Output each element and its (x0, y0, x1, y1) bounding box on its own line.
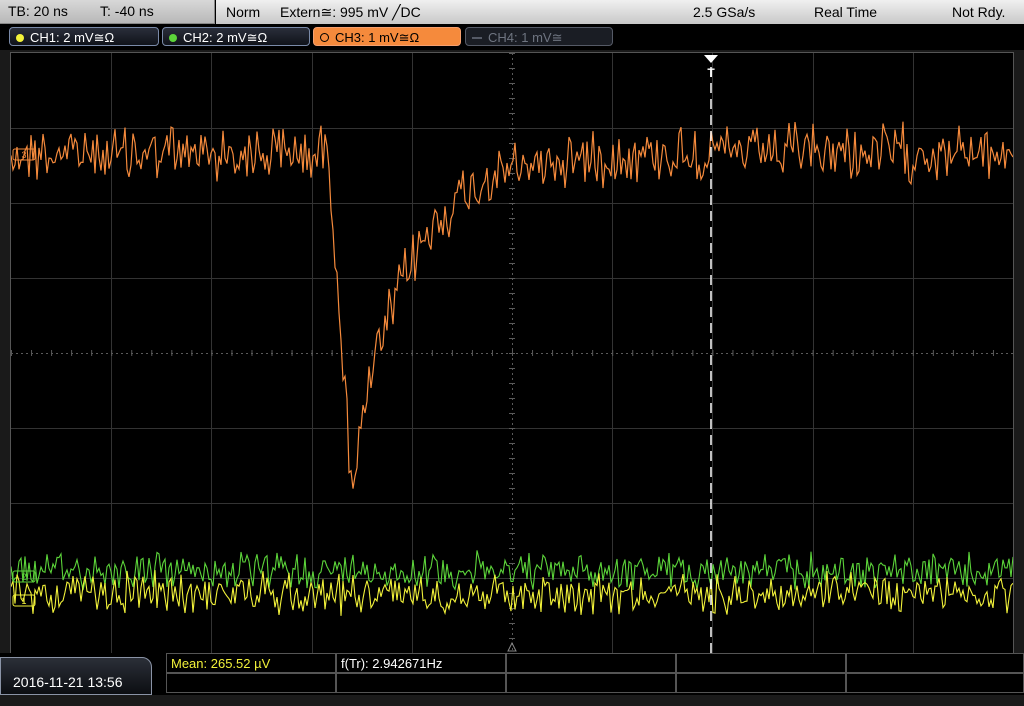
waveform-display[interactable]: T 3 2 1 (10, 52, 1014, 654)
measurement-slot-6 (166, 673, 336, 693)
top-status-bar: TB: 20 ns T: -40 ns Norm Extern≅: 995 mV… (0, 0, 1024, 25)
measurement-slot-3 (506, 653, 676, 673)
acquisition-state: Not Rdy. (952, 4, 1006, 20)
timebase-label: TB: 20 ns (8, 3, 68, 19)
timebase-box[interactable]: TB: 20 ns T: -40 ns (0, 0, 215, 24)
measurement-slot-7 (336, 673, 506, 693)
measurement-slot-9 (676, 673, 846, 693)
bottom-bar: 2016-11-21 13:56 Mean: 265.52 µV f(Tr): … (0, 653, 1024, 695)
trigger-mode: Norm (226, 4, 261, 20)
measurement-slot-10 (846, 673, 1024, 693)
measurement-slot-5 (846, 653, 1024, 673)
trigger-position-arrow-icon[interactable] (704, 55, 718, 63)
graticule (11, 53, 1013, 653)
mean-measurement: Mean: 265.52 µV (166, 653, 336, 673)
sample-rate: 2.5 GSa/s (693, 4, 756, 20)
channel-3-ref-label: 3 (21, 150, 26, 160)
channel-2-ref-label: 2 (21, 572, 26, 582)
channel-bar: CH1: 2 mV≅Ω CH2: 2 mV≅Ω CH3: 1 mV≅Ω CH4:… (0, 24, 1024, 50)
acquisition-mode: Real Time (814, 4, 878, 20)
trigger-offset-label: T: -40 ns (100, 3, 154, 19)
channel-3-indicator-icon (320, 33, 329, 42)
channel-3-tab[interactable]: CH3: 1 mV≅Ω (313, 27, 461, 46)
measurement-slot-4 (676, 653, 846, 673)
channel-1-ref-label: 1 (21, 596, 26, 606)
measurement-slot-8 (506, 673, 676, 693)
channel-1-label: CH1: 2 mV≅Ω (30, 30, 115, 45)
trigger-frequency-measurement: f(Tr): 2.942671Hz (336, 653, 506, 673)
channel-1-indicator-icon (16, 34, 24, 42)
channel-4-tab[interactable]: CH4: 1 mV≅ (465, 27, 613, 46)
channel-2-tab[interactable]: CH2: 2 mV≅Ω (162, 27, 310, 46)
channel-4-label: CH4: 1 mV≅ (488, 30, 563, 45)
channel-2-label: CH2: 2 mV≅Ω (183, 30, 268, 45)
date-time-box[interactable]: 2016-11-21 13:56 (0, 657, 152, 695)
channel-1-tab[interactable]: CH1: 2 mV≅Ω (9, 27, 159, 46)
measurement-table[interactable]: Mean: 265.52 µV f(Tr): 2.942671Hz (166, 653, 1024, 695)
trigger-source: Extern≅: 995 mV ╱DC (280, 4, 421, 20)
date-time: 2016-11-21 13:56 (13, 674, 123, 690)
channel-3-label: CH3: 1 mV≅Ω (335, 30, 420, 45)
channel-2-indicator-icon (169, 34, 177, 42)
trigger-status-bar[interactable]: Norm Extern≅: 995 mV ╱DC 2.5 GSa/s Real … (216, 0, 1024, 25)
channel-4-off-icon (472, 37, 482, 39)
waveform-canvas: T 3 2 1 (11, 53, 1013, 653)
trigger-marker-label: T (707, 66, 715, 80)
